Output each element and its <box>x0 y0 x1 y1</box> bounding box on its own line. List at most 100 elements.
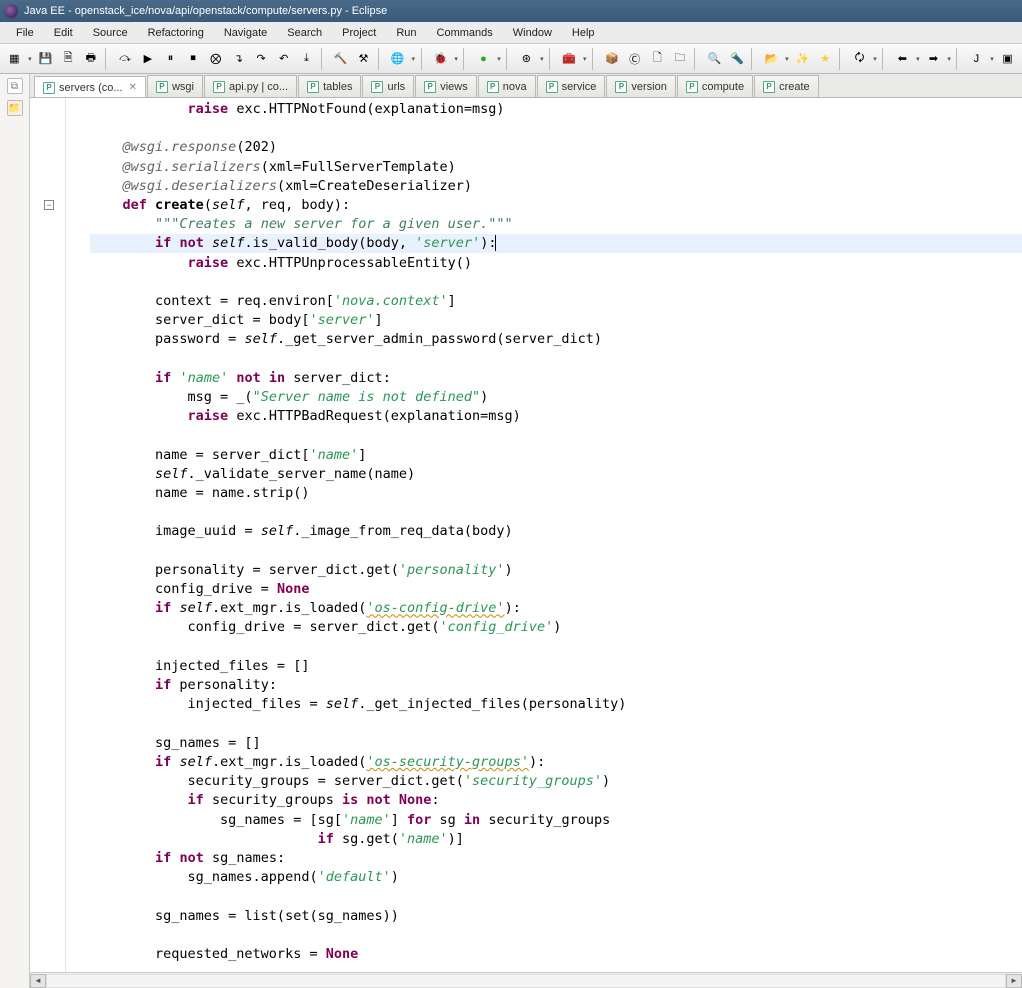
editor-tab-10[interactable]: Pcreate <box>754 75 819 97</box>
dbg-skip-button[interactable]: ⤼ <box>115 48 136 70</box>
newfile-button[interactable]: 🗋 <box>647 48 668 70</box>
persp-j-dropdown-icon[interactable]: ▾ <box>989 55 996 63</box>
buildall-button[interactable]: ⚒ <box>353 48 374 70</box>
window-titlebar: Java EE - openstack_ice/nova/api/opensta… <box>0 0 1022 22</box>
eclipse-icon <box>4 4 18 18</box>
tab-label: views <box>440 81 468 93</box>
editor-tab-2[interactable]: Papi.py | co... <box>204 75 297 97</box>
python-file-icon: P <box>307 81 319 93</box>
runext-button[interactable]: ⊛ <box>516 48 537 70</box>
new-dropdown-icon[interactable]: ▾ <box>27 55 34 63</box>
menu-search[interactable]: Search <box>277 24 332 42</box>
python-file-icon: P <box>546 81 558 93</box>
build-button[interactable]: 🔨 <box>330 48 351 70</box>
dbg-disc-button[interactable]: ⨂ <box>205 48 226 70</box>
saveall-button[interactable]: 🗎 <box>58 48 79 70</box>
menu-source[interactable]: Source <box>83 24 138 42</box>
horizontal-scrollbar[interactable]: ◄ ► <box>30 972 1022 988</box>
dbg-pause-button[interactable]: ⏸ <box>160 48 181 70</box>
tools-dropdown-icon[interactable]: ▾ <box>581 55 588 63</box>
editor-tab-9[interactable]: Pcompute <box>677 75 753 97</box>
wand-button[interactable]: ✨ <box>792 48 813 70</box>
main-toolbar: ▦▾💾🗎🖶⤼▶⏸⏹⨂↴↷↶⤓🔨⚒🌐▾🐞▾●▾⊛▾🧰▾📦Ⓒ🗋🗀🔍🔦📂▾✨★🗘▾⬅▾… <box>0 44 1022 74</box>
persp-j-button[interactable]: J <box>966 48 987 70</box>
newcls-button[interactable]: Ⓒ <box>624 48 645 70</box>
save-button[interactable]: 💾 <box>35 48 56 70</box>
dbg-stepr-button[interactable]: ↶ <box>273 48 294 70</box>
persp-d-button[interactable]: ▣ <box>997 48 1018 70</box>
sync-button[interactable]: 🗘 <box>849 48 870 70</box>
torch-button[interactable]: 🔦 <box>727 48 748 70</box>
menu-window[interactable]: Window <box>503 24 562 42</box>
editor-tab-6[interactable]: Pnova <box>478 75 536 97</box>
bug-dropdown-icon[interactable]: ▾ <box>453 55 460 63</box>
back-button[interactable]: ⬅ <box>892 48 913 70</box>
tab-label: create <box>779 81 810 93</box>
scroll-left-icon[interactable]: ◄ <box>30 974 46 988</box>
menu-edit[interactable]: Edit <box>44 24 83 42</box>
scroll-track[interactable] <box>46 974 1006 988</box>
python-file-icon: P <box>487 81 499 93</box>
run-button[interactable]: ● <box>473 48 494 70</box>
tab-label: urls <box>387 81 405 93</box>
editor-tab-3[interactable]: Ptables <box>298 75 361 97</box>
fold-toggle-icon[interactable]: − <box>44 200 54 210</box>
editor-tab-1[interactable]: Pwsgi <box>147 75 203 97</box>
python-file-icon: P <box>213 81 225 93</box>
python-file-icon: P <box>615 81 627 93</box>
editor-tab-4[interactable]: Purls <box>362 75 414 97</box>
menu-help[interactable]: Help <box>562 24 605 42</box>
menu-refactoring[interactable]: Refactoring <box>138 24 214 42</box>
open-button[interactable]: 📂 <box>761 48 782 70</box>
globe-dropdown-icon[interactable]: ▾ <box>410 55 417 63</box>
menu-navigate[interactable]: Navigate <box>214 24 277 42</box>
tab-label: wsgi <box>172 81 194 93</box>
fwd-button[interactable]: ➡ <box>923 48 944 70</box>
package-explorer-icon[interactable]: 📁 <box>7 100 23 116</box>
dbg-resume-button[interactable]: ▶ <box>137 48 158 70</box>
dbg-stepo-button[interactable]: ↷ <box>251 48 272 70</box>
menu-project[interactable]: Project <box>332 24 386 42</box>
python-file-icon: P <box>371 81 383 93</box>
tab-label: nova <box>503 81 527 93</box>
globe-button[interactable]: 🌐 <box>387 48 408 70</box>
editor-tab-0[interactable]: Pservers (co... ✕ <box>34 76 146 98</box>
python-file-icon: P <box>686 81 698 93</box>
search-button[interactable]: 🔍 <box>704 48 725 70</box>
menu-file[interactable]: File <box>6 24 44 42</box>
tab-label: servers (co... <box>59 82 123 94</box>
back-dropdown-icon[interactable]: ▾ <box>915 55 922 63</box>
close-tab-icon[interactable]: ✕ <box>129 82 137 93</box>
fwd-dropdown-icon[interactable]: ▾ <box>946 55 953 63</box>
print-button[interactable]: 🖶 <box>81 48 102 70</box>
bug-button[interactable]: 🐞 <box>430 48 451 70</box>
editor-tab-5[interactable]: Pviews <box>415 75 477 97</box>
sync-dropdown-icon[interactable]: ▾ <box>872 55 879 63</box>
open-dropdown-icon[interactable]: ▾ <box>784 55 791 63</box>
newfold-button[interactable]: 🗀 <box>670 48 691 70</box>
tab-label: service <box>562 81 597 93</box>
editor-tab-7[interactable]: Pservice <box>537 75 606 97</box>
restore-view-icon[interactable]: ⧉ <box>7 78 23 94</box>
run-dropdown-icon[interactable]: ▾ <box>496 55 503 63</box>
menu-run[interactable]: Run <box>386 24 426 42</box>
newpkg-button[interactable]: 📦 <box>602 48 623 70</box>
python-file-icon: P <box>43 82 55 94</box>
code-editor[interactable]: raise exc.HTTPNotFound(explanation=msg) … <box>90 98 1022 972</box>
scroll-right-icon[interactable]: ► <box>1006 974 1022 988</box>
editor-tabs: Pservers (co...✕PwsgiPapi.py | co...Ptab… <box>30 74 1022 98</box>
dbg-drop-button[interactable]: ⤓ <box>296 48 317 70</box>
python-file-icon: P <box>424 81 436 93</box>
dbg-stop-button[interactable]: ⏹ <box>183 48 204 70</box>
tab-label: api.py | co... <box>229 81 288 93</box>
dbg-stepi-button[interactable]: ↴ <box>228 48 249 70</box>
new-button[interactable]: ▦ <box>4 48 25 70</box>
python-file-icon: P <box>763 81 775 93</box>
menu-commands[interactable]: Commands <box>427 24 503 42</box>
star-button[interactable]: ★ <box>815 48 836 70</box>
window-title: Java EE - openstack_ice/nova/api/opensta… <box>24 5 387 17</box>
runext-dropdown-icon[interactable]: ▾ <box>539 55 546 63</box>
editor-tab-8[interactable]: Pversion <box>606 75 675 97</box>
tools-button[interactable]: 🧰 <box>559 48 580 70</box>
main-menu: FileEditSourceRefactoringNavigateSearchP… <box>0 22 1022 44</box>
